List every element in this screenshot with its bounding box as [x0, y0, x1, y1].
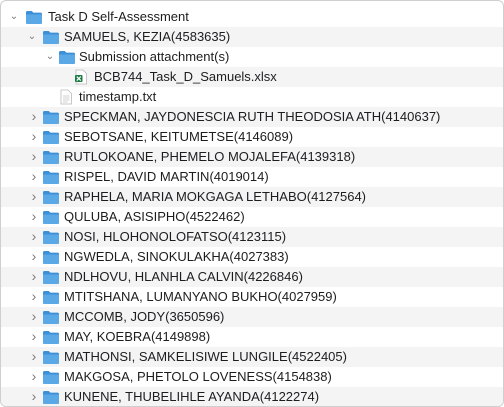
tree-row-student[interactable]: › MATHONSI, SAMKELISIWE LUNGILE(4522405) [1, 347, 503, 367]
tree-row-label: MCCOMB, JODY(3650596) [64, 309, 225, 324]
chevron-down-icon[interactable]: ⌄ [45, 52, 55, 62]
tree-row-student[interactable]: › MAKGOSA, PHETOLO LOVENESS(4154838) [1, 367, 503, 387]
chevron-right-icon[interactable]: › [29, 149, 39, 163]
folder-icon [42, 389, 60, 405]
tree-row-label: RISPEL, DAVID MARTIN(4019014) [64, 169, 269, 184]
tree-row-student[interactable]: › NGWEDLA, SINOKULAKHA(4027383) [1, 247, 503, 267]
tree-row-xlsx-file[interactable]: BCB744_Task_D_Samuels.xlsx [1, 67, 503, 87]
folder-icon [58, 49, 76, 65]
folder-icon [42, 229, 60, 245]
tree-row-label: QULUBA, ASISIPHO(4522462) [64, 209, 245, 224]
chevron-right-icon[interactable]: › [29, 289, 39, 303]
tree-row-label: NGWEDLA, SINOKULAKHA(4027383) [64, 249, 289, 264]
folder-icon [42, 349, 60, 365]
tree-row-label: RAPHELA, MARIA MOKGAGA LETHABO(4127564) [64, 189, 367, 204]
folder-icon [42, 129, 60, 145]
folder-icon [42, 369, 60, 385]
folder-icon [42, 209, 60, 225]
tree-row-label: MAKGOSA, PHETOLO LOVENESS(4154838) [64, 369, 332, 384]
chevron-right-icon[interactable]: › [29, 209, 39, 223]
chevron-right-icon[interactable]: › [29, 249, 39, 263]
folder-icon [42, 289, 60, 305]
tree-row-student[interactable]: › NOSI, HLOHONOLOFATSO(4123115) [1, 227, 503, 247]
folder-icon [42, 329, 60, 345]
chevron-right-icon[interactable]: › [29, 309, 39, 323]
chevron-right-icon[interactable]: › [29, 329, 39, 343]
folder-icon [42, 169, 60, 185]
text-file-icon [59, 89, 73, 105]
chevron-right-icon[interactable]: › [29, 349, 39, 363]
tree-row-label: RUTLOKOANE, PHEMELO MOJALEFA(4139318) [64, 149, 356, 164]
chevron-right-icon[interactable]: › [29, 229, 39, 243]
tree-row-label: SEBOTSANE, KEITUMETSE(4146089) [64, 129, 294, 144]
file-browser-window: ⌄ Task D Self-Assessment ⌄ SAMUELS, KEZI… [0, 0, 504, 407]
tree-row-label: SPECKMAN, JAYDONESCIA RUTH THEODOSIA ATH… [64, 109, 441, 124]
tree-row-student[interactable]: › QULUBA, ASISIPHO(4522462) [1, 207, 503, 227]
tree-row-label: KUNENE, THUBELIHLE AYANDA(4122274) [64, 389, 320, 404]
chevron-right-icon[interactable]: › [29, 109, 39, 123]
chevron-right-icon[interactable]: › [29, 269, 39, 283]
tree-row-label: MATHONSI, SAMKELISIWE LUNGILE(4522405) [64, 349, 347, 364]
chevron-right-icon[interactable]: › [29, 189, 39, 203]
chevron-right-icon[interactable]: › [29, 169, 39, 183]
tree-row-label: BCB744_Task_D_Samuels.xlsx [94, 69, 277, 84]
folder-icon [42, 269, 60, 285]
tree-row-label: MAY, KOEBRA(4149898) [64, 329, 211, 344]
folder-icon [25, 9, 43, 25]
chevron-right-icon[interactable]: › [29, 369, 39, 383]
folder-icon [42, 109, 60, 125]
tree-row-student[interactable]: › NDLHOVU, HLANHLA CALVIN(4226846) [1, 267, 503, 287]
tree-row-label: NDLHOVU, HLANHLA CALVIN(4226846) [64, 269, 303, 284]
folder-tree: ⌄ Task D Self-Assessment ⌄ SAMUELS, KEZI… [1, 7, 503, 406]
tree-row-student[interactable]: › MAY, KOEBRA(4149898) [1, 327, 503, 347]
tree-row-timestamp-file[interactable]: timestamp.txt [1, 87, 503, 107]
tree-row-student[interactable]: › MTITSHANA, LUMANYANO BUKHO(4027959) [1, 287, 503, 307]
chevron-down-icon[interactable]: ⌄ [9, 12, 19, 22]
chevron-right-icon[interactable]: › [29, 129, 39, 143]
folder-icon [42, 149, 60, 165]
chevron-right-icon[interactable]: › [29, 389, 39, 403]
tree-row-student[interactable]: › MCCOMB, JODY(3650596) [1, 307, 503, 327]
chevron-down-icon[interactable]: ⌄ [27, 32, 37, 42]
tree-row-student[interactable]: › SPECKMAN, JAYDONESCIA RUTH THEODOSIA AT… [1, 107, 503, 127]
folder-icon [42, 29, 60, 45]
tree-row-label: NOSI, HLOHONOLOFATSO(4123115) [64, 229, 287, 244]
student-folder-list: › SPECKMAN, JAYDONESCIA RUTH THEODOSIA AT… [1, 107, 503, 406]
tree-row-student[interactable]: › SEBOTSANE, KEITUMETSE(4146089) [1, 127, 503, 147]
tree-row-submission-folder[interactable]: ⌄ Submission attachment(s) [1, 47, 503, 67]
tree-row-label: timestamp.txt [79, 89, 157, 104]
folder-icon [42, 309, 60, 325]
tree-row-label: Task D Self-Assessment [48, 9, 189, 24]
folder-icon [42, 249, 60, 265]
tree-row-label: SAMUELS, KEZIA(4583635) [64, 29, 231, 44]
tree-row-label: Submission attachment(s) [79, 49, 230, 64]
tree-row-student[interactable]: › KUNENE, THUBELIHLE AYANDA(4122274) [1, 387, 503, 406]
tree-row-student[interactable]: › RISPEL, DAVID MARTIN(4019014) [1, 167, 503, 187]
excel-file-icon [74, 69, 88, 85]
tree-row-label: MTITSHANA, LUMANYANO BUKHO(4027959) [64, 289, 337, 304]
tree-row-student-expanded[interactable]: ⌄ SAMUELS, KEZIA(4583635) [1, 27, 503, 47]
tree-row-student[interactable]: › RAPHELA, MARIA MOKGAGA LETHABO(4127564) [1, 187, 503, 207]
folder-icon [42, 189, 60, 205]
tree-row-student[interactable]: › RUTLOKOANE, PHEMELO MOJALEFA(4139318) [1, 147, 503, 167]
tree-row-root[interactable]: ⌄ Task D Self-Assessment [1, 7, 503, 27]
